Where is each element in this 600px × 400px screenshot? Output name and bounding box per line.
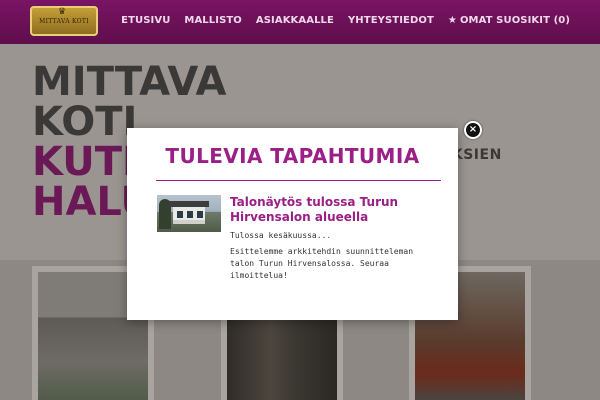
- thumbnail-window: [197, 211, 203, 218]
- thumbnail-window: [177, 211, 183, 218]
- events-modal: TULEVIA TAPAHTUMIA Talonäytös tulossa Tu…: [127, 128, 458, 320]
- nav-mallisto[interactable]: MALLISTO: [184, 15, 241, 26]
- logo-text: MITTAVA KOTI: [39, 18, 89, 25]
- nav-yhteystiedot[interactable]: YHTEYSTIEDOT: [348, 15, 434, 26]
- hero-line-2: KOTI: [32, 99, 138, 145]
- star-icon: ★: [447, 15, 457, 26]
- site-logo[interactable]: ♛ MITTAVA KOTI: [30, 6, 98, 36]
- nav-favorites[interactable]: ★ OMAT SUOSIKIT (0): [448, 15, 570, 26]
- modal-divider: [156, 180, 441, 181]
- thumbnail-roof: [169, 201, 209, 207]
- hero-line-1: MITTAVA: [32, 59, 227, 105]
- favorites-label: OMAT SUOSIKIT (0): [459, 15, 570, 26]
- event-title-link[interactable]: Talonäytös tulossa Turun Hirvensalon alu…: [230, 195, 430, 225]
- event-thumbnail[interactable]: [157, 195, 221, 232]
- close-icon[interactable]: ×: [464, 121, 482, 139]
- thumbnail-window: [187, 211, 193, 218]
- site-header: ♛ MITTAVA KOTI ETUSIVU MALLISTO ASIAKKAA…: [0, 0, 600, 44]
- crown-icon: ♛: [58, 7, 67, 17]
- event-teaser: Tulossa kesäkuussa...: [230, 231, 332, 240]
- nav-asiakkaalle[interactable]: ASIAKKAALLE: [256, 15, 334, 26]
- main-nav: ETUSIVU MALLISTO ASIAKKAALLE YHTEYSTIEDO…: [121, 15, 570, 26]
- event-description: Esittelemme arkkitehdin suunnitteleman t…: [230, 247, 414, 280]
- nav-etusivu[interactable]: ETUSIVU: [121, 15, 170, 26]
- modal-title: TULEVIA TAPAHTUMIA: [165, 144, 420, 168]
